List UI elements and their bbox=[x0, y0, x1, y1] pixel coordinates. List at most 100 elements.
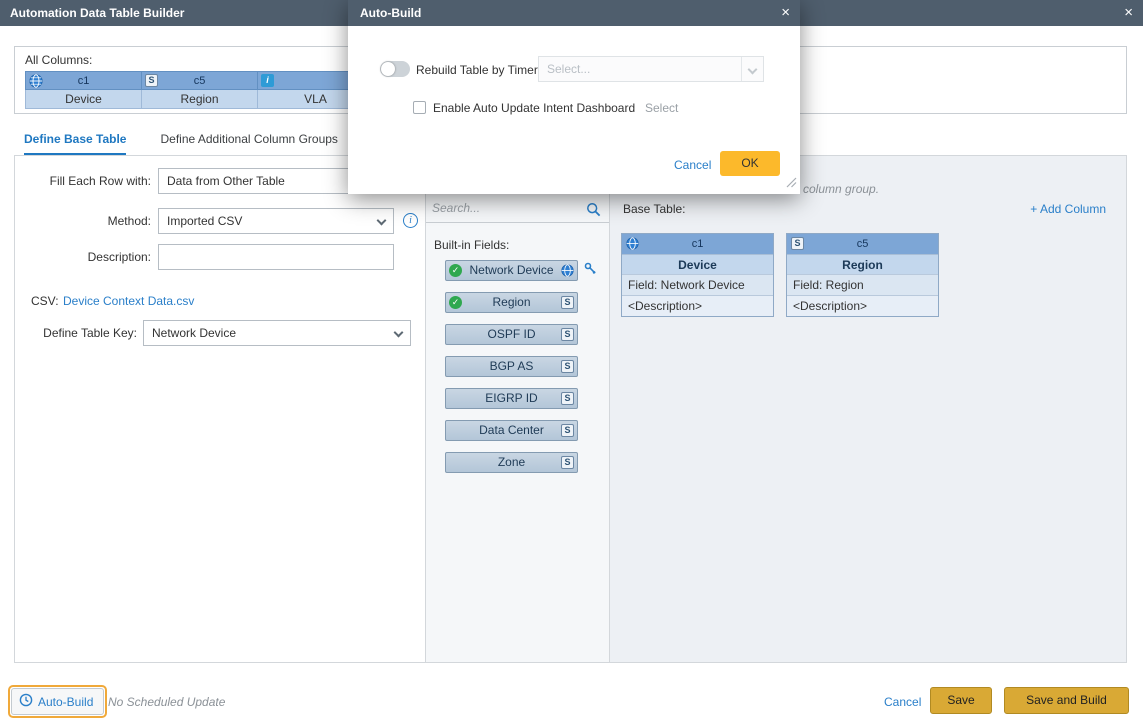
method-info-icon[interactable]: i bbox=[403, 213, 418, 228]
column-cell-region[interactable]: S c5 Region bbox=[141, 71, 257, 109]
field-chip-label: OSPF ID bbox=[487, 327, 535, 341]
modal-close-icon[interactable]: × bbox=[781, 0, 790, 26]
method-label: Method: bbox=[15, 214, 151, 228]
column-id: c1 bbox=[78, 75, 90, 87]
method-dropdown[interactable]: Imported CSV bbox=[158, 208, 394, 234]
rebuild-timer-toggle[interactable] bbox=[380, 61, 410, 77]
auto-update-dashboard-label: Enable Auto Update Intent Dashboard bbox=[433, 101, 635, 115]
string-type-icon: S bbox=[561, 360, 574, 373]
timer-select-placeholder: Select... bbox=[547, 57, 590, 81]
clock-icon bbox=[19, 693, 33, 710]
base-table-panel: column group. Base Table: + Add Column c… bbox=[610, 156, 1126, 662]
auto-build-label: Auto-Build bbox=[38, 695, 93, 709]
toggle-knob bbox=[381, 62, 395, 76]
table-key-value: Network Device bbox=[152, 321, 236, 345]
tab-define-base-table[interactable]: Define Base Table bbox=[24, 132, 126, 156]
all-columns-strip: c1 Device S c5 Region i VLA bbox=[25, 71, 373, 109]
string-type-icon: S bbox=[145, 74, 158, 87]
define-table-key-dropdown[interactable]: Network Device bbox=[143, 320, 411, 346]
chevron-down-icon bbox=[748, 65, 758, 75]
fill-each-row-label: Fill Each Row with: bbox=[15, 174, 151, 188]
device-globe-icon bbox=[626, 237, 639, 257]
field-chip-label: Network Device bbox=[469, 263, 553, 277]
field-search-row bbox=[426, 198, 609, 223]
resize-handle[interactable] bbox=[786, 177, 797, 191]
base-table-label: Base Table: bbox=[623, 202, 686, 216]
field-chip-label: Zone bbox=[498, 455, 525, 469]
integer-type-icon: i bbox=[261, 74, 274, 87]
method-value: Imported CSV bbox=[167, 209, 242, 233]
window-title: Automation Data Table Builder bbox=[10, 0, 184, 26]
fields-panel: Built-in Fields: ✓ Network Device ✓ Regi… bbox=[425, 156, 610, 662]
auto-build-focus-ring: Auto-Build bbox=[8, 685, 107, 718]
dropdown-split bbox=[741, 57, 763, 81]
field-search-input[interactable] bbox=[432, 201, 577, 215]
rebuild-timer-label: Rebuild Table by Timer: bbox=[416, 63, 541, 77]
column-header-c1: c1 bbox=[25, 71, 142, 90]
built-in-fields-label: Built-in Fields: bbox=[434, 238, 509, 252]
base-column-card-device[interactable]: c1 Device Field: Network Device <Descrip… bbox=[621, 233, 774, 317]
field-chip-label: BGP AS bbox=[490, 359, 534, 373]
all-columns-label: All Columns: bbox=[25, 53, 92, 67]
description-input[interactable] bbox=[158, 244, 394, 270]
window-close-icon[interactable]: × bbox=[1124, 0, 1133, 26]
card-description-row[interactable]: <Description> bbox=[622, 295, 773, 316]
column-group-hint: column group. bbox=[803, 182, 879, 196]
column-cell-device[interactable]: c1 Device bbox=[25, 71, 141, 109]
card-column-name: Device bbox=[622, 254, 773, 274]
table-key-icon bbox=[584, 262, 597, 278]
builder-tabs: Define Base Table Define Additional Colu… bbox=[24, 132, 338, 156]
save-button[interactable]: Save bbox=[930, 687, 992, 714]
check-icon: ✓ bbox=[449, 264, 462, 277]
description-label: Description: bbox=[15, 250, 151, 264]
card-column-name: Region bbox=[787, 254, 938, 274]
string-type-icon: S bbox=[561, 328, 574, 341]
csv-label: CSV: bbox=[31, 294, 59, 308]
dashboard-select-label[interactable]: Select bbox=[645, 101, 678, 115]
field-chip-label: Data Center bbox=[479, 423, 544, 437]
modal-cancel-link[interactable]: Cancel bbox=[674, 158, 711, 172]
field-chip-network-device[interactable]: ✓ Network Device bbox=[445, 260, 578, 281]
chevron-down-icon bbox=[377, 216, 387, 226]
string-type-icon: S bbox=[561, 392, 574, 405]
schedule-status-text: No Scheduled Update bbox=[108, 695, 225, 709]
column-header-c5: S c5 bbox=[141, 71, 258, 90]
tab-define-additional-column-groups[interactable]: Define Additional Column Groups bbox=[160, 132, 337, 156]
card-field-row: Field: Region bbox=[787, 274, 938, 295]
table-key-label: Define Table Key: bbox=[1, 326, 137, 340]
device-globe-icon bbox=[561, 264, 574, 283]
card-description-row[interactable]: <Description> bbox=[787, 295, 938, 316]
string-type-icon: S bbox=[791, 237, 804, 250]
save-and-build-button[interactable]: Save and Build bbox=[1004, 687, 1129, 714]
automation-data-table-builder-window: Automation Data Table Builder × All Colu… bbox=[0, 0, 1143, 723]
field-chip-zone[interactable]: Zone S bbox=[445, 452, 578, 473]
column-id: c5 bbox=[194, 75, 206, 87]
field-chip-ospf-id[interactable]: OSPF ID S bbox=[445, 324, 578, 345]
base-column-card-region[interactable]: S c5 Region Field: Region <Description> bbox=[786, 233, 939, 317]
modal-ok-button[interactable]: OK bbox=[720, 151, 780, 176]
csv-file-link[interactable]: Device Context Data.csv bbox=[63, 294, 194, 308]
field-chip-eigrp-id[interactable]: EIGRP ID S bbox=[445, 388, 578, 409]
card-header-c1: c1 bbox=[622, 234, 773, 254]
string-type-icon: S bbox=[561, 456, 574, 469]
timer-select-dropdown[interactable]: Select... bbox=[538, 56, 764, 82]
auto-build-button[interactable]: Auto-Build bbox=[11, 688, 104, 715]
fill-each-row-value: Data from Other Table bbox=[167, 169, 285, 193]
search-icon[interactable] bbox=[586, 202, 601, 220]
add-column-link[interactable]: + Add Column bbox=[1030, 202, 1106, 216]
modal-header: Auto-Build × bbox=[348, 0, 800, 26]
footer-cancel-link[interactable]: Cancel bbox=[884, 695, 921, 709]
card-column-id: c5 bbox=[857, 238, 869, 250]
string-type-icon: S bbox=[561, 296, 574, 309]
chevron-down-icon bbox=[394, 328, 404, 338]
auto-update-dashboard-checkbox[interactable] bbox=[413, 101, 426, 114]
modal-title: Auto-Build bbox=[360, 0, 421, 26]
card-field-row: Field: Network Device bbox=[622, 274, 773, 295]
field-chip-bgp-as[interactable]: BGP AS S bbox=[445, 356, 578, 377]
column-name: Region bbox=[141, 90, 258, 109]
field-chip-data-center[interactable]: Data Center S bbox=[445, 420, 578, 441]
field-chip-region[interactable]: ✓ Region S bbox=[445, 292, 578, 313]
field-chip-label: EIGRP ID bbox=[485, 391, 537, 405]
check-icon: ✓ bbox=[449, 296, 462, 309]
device-globe-icon bbox=[29, 74, 43, 94]
